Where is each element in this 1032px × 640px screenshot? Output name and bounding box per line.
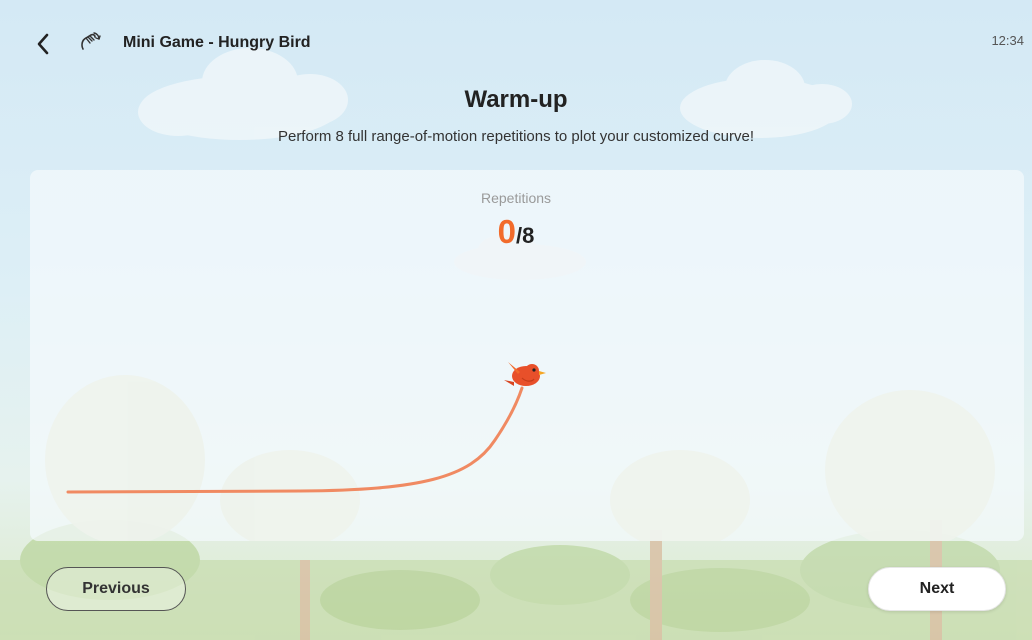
next-button[interactable]: Next: [868, 567, 1006, 611]
repetitions-label: Repetitions: [480, 190, 552, 206]
top-bar: Mini Game - Hungry Bird 12:34: [0, 0, 1032, 88]
repetitions-current: 0: [497, 213, 516, 250]
repetitions-total: 8: [522, 223, 535, 248]
app-title: Mini Game - Hungry Bird: [123, 34, 311, 51]
instruction-text: Perform 8 full range-of-motion repetitio…: [277, 128, 755, 145]
back-button[interactable]: [30, 30, 56, 58]
page-heading: Warm-up: [464, 86, 568, 113]
game-screen: Mini Game - Hungry Bird 12:34 Warm-up Pe…: [0, 0, 1032, 640]
previous-button[interactable]: Previous: [46, 567, 186, 611]
hand-rotate-icon: [81, 32, 101, 50]
repetitions-counter: 0/8: [0, 212, 1032, 259]
clock: 12:34: [991, 33, 1024, 48]
chevron-left-icon: [37, 33, 49, 55]
